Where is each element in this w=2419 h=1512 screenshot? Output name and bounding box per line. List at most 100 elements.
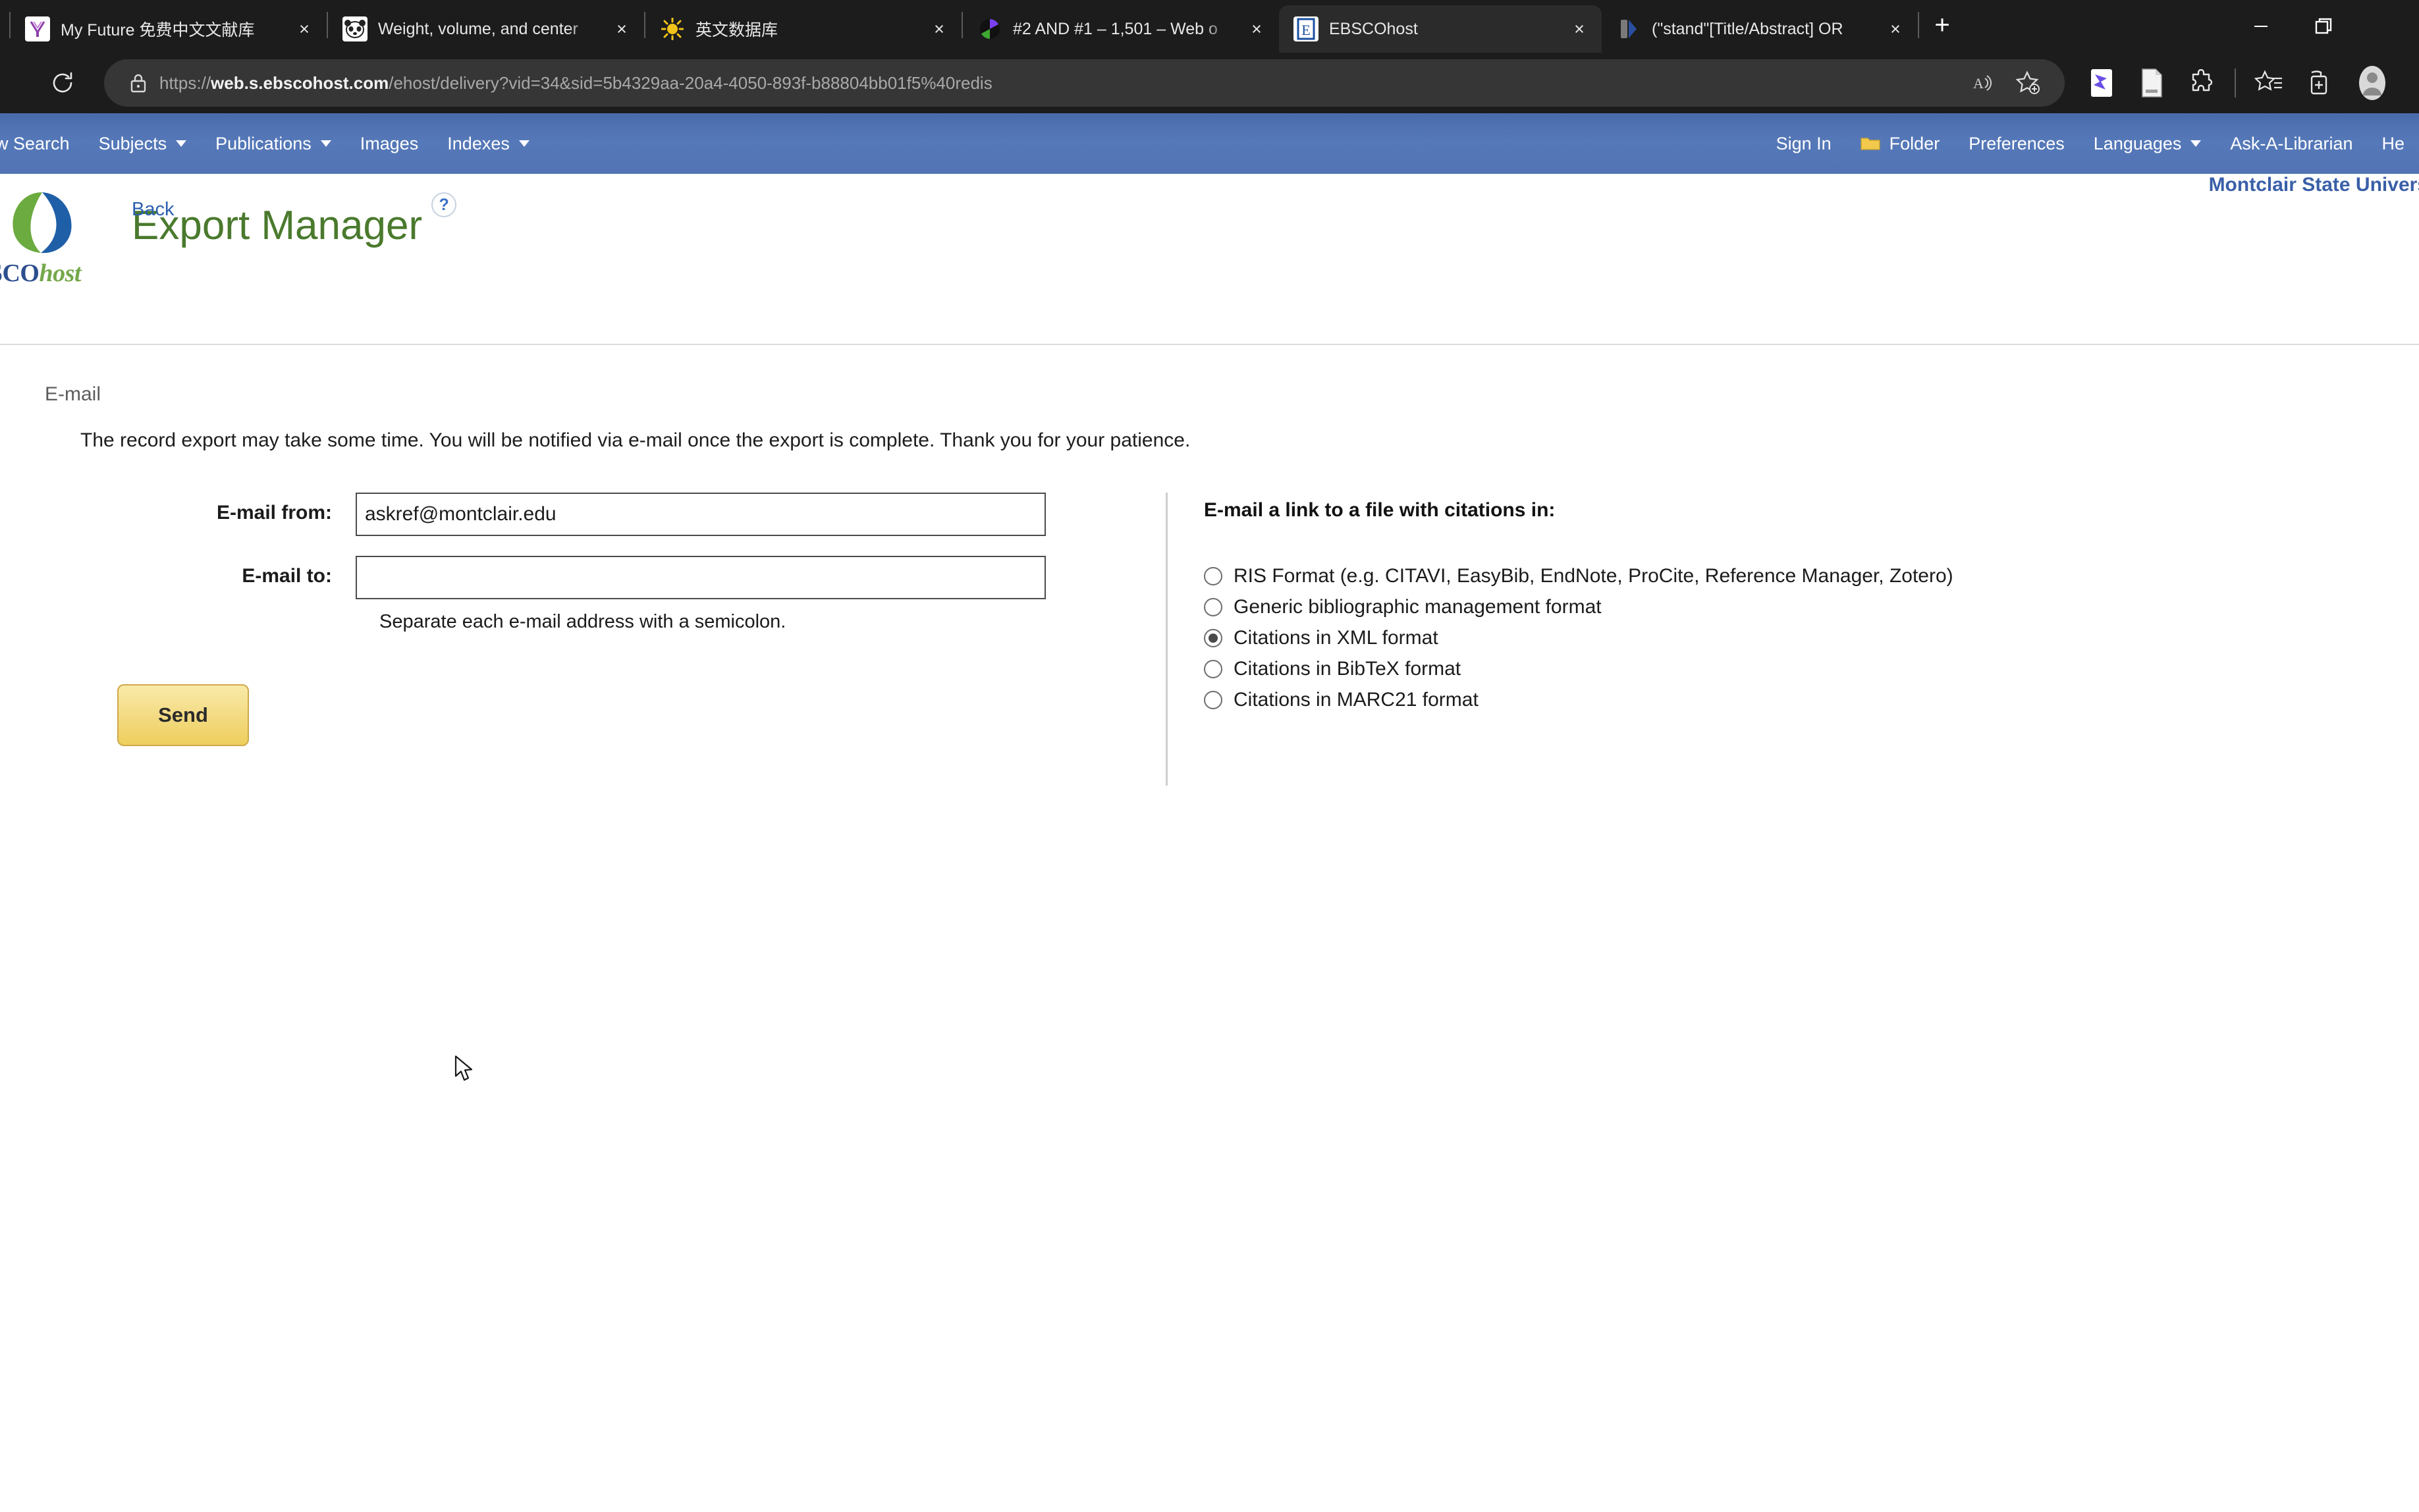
citation-format-panel: E-mail a link to a file with citations i… bbox=[1166, 493, 1953, 786]
ebsco-navigation-bar: ew Search Subjects Publications Images I… bbox=[0, 113, 2419, 174]
close-icon[interactable]: × bbox=[291, 19, 317, 40]
ebscohost-wordmark: BSCOhost bbox=[0, 259, 117, 288]
close-icon[interactable]: × bbox=[926, 19, 952, 40]
document-icon[interactable] bbox=[2127, 58, 2177, 108]
sun-icon bbox=[660, 16, 685, 41]
close-icon[interactable]: × bbox=[1566, 19, 1592, 40]
page-header: BSCOhost Export Manager ? Back Montclair… bbox=[0, 174, 2419, 345]
nav-label: Images bbox=[360, 133, 419, 153]
email-to-input[interactable] bbox=[356, 556, 1046, 599]
main-content: E-mail The record export may take some t… bbox=[0, 345, 2419, 1081]
radio-icon[interactable] bbox=[1204, 660, 1222, 678]
radio-option-ris[interactable]: RIS Format (e.g. CITAVI, EasyBib, EndNot… bbox=[1204, 565, 1953, 587]
radio-icon-selected[interactable] bbox=[1204, 629, 1222, 647]
close-icon[interactable]: × bbox=[1882, 19, 1909, 40]
nav-label: ew Search bbox=[0, 133, 70, 153]
nav-item-folder[interactable]: Folder bbox=[1846, 134, 1955, 154]
radio-icon[interactable] bbox=[1204, 598, 1222, 616]
radio-option-bibtex[interactable]: Citations in BibTeX format bbox=[1204, 658, 1953, 680]
profile-avatar-icon[interactable] bbox=[2344, 58, 2401, 108]
back-link[interactable]: Back bbox=[132, 199, 174, 221]
chevron-down-icon bbox=[320, 140, 331, 147]
page-title: Export Manager bbox=[132, 203, 423, 248]
nav-left-group: ew Search Subjects Publications Images I… bbox=[0, 134, 544, 154]
nav-right-group: Sign In Folder Preferences Languages Ask… bbox=[1762, 134, 2419, 154]
close-icon[interactable]: × bbox=[1243, 19, 1270, 40]
browser-toolbar bbox=[2077, 58, 2419, 108]
restore-icon[interactable] bbox=[2293, 0, 2356, 53]
svg-text:E: E bbox=[1301, 22, 1310, 38]
address-bar[interactable]: https://web.s.ebscohost.com/ehost/delive… bbox=[104, 59, 2065, 107]
tab-title: #2 AND #1 – 1,501 – Web o bbox=[1013, 19, 1218, 38]
radio-label: RIS Format (e.g. CITAVI, EasyBib, EndNot… bbox=[1234, 565, 1953, 587]
send-button-wrap: Send bbox=[0, 684, 1166, 746]
nav-item-publications[interactable]: Publications bbox=[201, 134, 346, 154]
nav-item-help[interactable]: He bbox=[2367, 134, 2419, 154]
add-favorite-icon[interactable] bbox=[2007, 61, 2050, 105]
browser-tab[interactable]: #2 AND #1 – 1,501 – Web o × bbox=[963, 5, 1279, 53]
nav-label: Subjects bbox=[98, 133, 167, 153]
browser-chrome: My Future 免费中文文献库 × Weight, volume, and … bbox=[0, 0, 2419, 113]
collections-icon[interactable] bbox=[2294, 58, 2344, 108]
lock-icon bbox=[124, 72, 153, 94]
export-form-area: E-mail from: E-mail to: Separate each e-… bbox=[0, 452, 2419, 786]
radio-icon[interactable] bbox=[1204, 691, 1222, 709]
favorites-icon[interactable] bbox=[2244, 58, 2294, 108]
close-window-icon[interactable] bbox=[2356, 0, 2419, 53]
email-from-input[interactable] bbox=[356, 493, 1046, 536]
nav-item-indexes[interactable]: Indexes bbox=[433, 134, 544, 154]
nav-label: Languages bbox=[2093, 133, 2182, 153]
new-tab-button[interactable]: + bbox=[1919, 12, 1965, 38]
radio-option-marc21[interactable]: Citations in MARC21 format bbox=[1204, 689, 1953, 711]
browser-tab[interactable]: My Future 免费中文文献库 × bbox=[11, 5, 327, 53]
email-from-row: E-mail from: bbox=[0, 493, 1166, 536]
tab-strip: My Future 免费中文文献库 × Weight, volume, and … bbox=[0, 0, 2419, 53]
nav-label: Folder bbox=[1889, 133, 1940, 153]
nav-item-languages[interactable]: Languages bbox=[2079, 134, 2216, 154]
url-text: https://web.s.ebscohost.com/ehost/delive… bbox=[159, 72, 992, 93]
nav-item-preferences[interactable]: Preferences bbox=[1954, 134, 2079, 154]
close-icon[interactable]: × bbox=[609, 19, 635, 40]
brand-host: host bbox=[39, 259, 81, 287]
email-to-row: E-mail to: bbox=[0, 556, 1166, 599]
nav-item-subjects[interactable]: Subjects bbox=[84, 134, 202, 154]
omnibox-actions: A bbox=[1959, 59, 2065, 107]
edge-app-icon[interactable] bbox=[2077, 58, 2127, 108]
toolbar-divider bbox=[2235, 68, 2236, 97]
brand-ebsco: BSCO bbox=[0, 259, 40, 287]
nav-item-new-search[interactable]: ew Search bbox=[0, 134, 84, 154]
address-bar-row: https://web.s.ebscohost.com/ehost/delive… bbox=[0, 53, 2419, 113]
radio-label: Citations in BibTeX format bbox=[1234, 658, 1461, 680]
radio-icon[interactable] bbox=[1204, 567, 1222, 585]
nav-label: Preferences bbox=[1969, 133, 2065, 153]
reload-icon[interactable] bbox=[40, 60, 86, 106]
browser-tab[interactable]: Weight, volume, and center × bbox=[328, 5, 644, 53]
extensions-puzzle-icon[interactable] bbox=[2177, 58, 2227, 108]
radio-label: Citations in MARC21 format bbox=[1234, 689, 1479, 711]
panel-divider bbox=[1166, 493, 1168, 786]
nav-label: Publications bbox=[215, 133, 312, 153]
radio-option-generic[interactable]: Generic bibliographic management format bbox=[1204, 596, 1953, 618]
radio-option-xml[interactable]: Citations in XML format bbox=[1204, 627, 1953, 649]
export-notice: The record export may take some time. Yo… bbox=[80, 429, 1191, 451]
ebsco-logo-mark bbox=[13, 192, 72, 254]
nav-item-images[interactable]: Images bbox=[346, 134, 433, 154]
send-button[interactable]: Send bbox=[117, 684, 249, 746]
tab-title: EBSCOhost bbox=[1329, 19, 1418, 38]
browser-tab[interactable]: ("stand"[Title/Abstract] OR × bbox=[1602, 5, 1918, 53]
nav-item-sign-in[interactable]: Sign In bbox=[1762, 134, 1846, 154]
browser-tab-active[interactable]: E EBSCOhost × bbox=[1279, 5, 1602, 53]
browser-tab[interactable]: 英文数据库 × bbox=[645, 5, 962, 53]
minimize-icon[interactable] bbox=[2229, 0, 2293, 53]
pubmed-icon bbox=[1616, 16, 1641, 41]
email-to-label: E-mail to: bbox=[242, 565, 332, 587]
tab-title: My Future 免费中文文献库 bbox=[61, 21, 255, 40]
panda-icon bbox=[342, 16, 367, 41]
help-icon[interactable]: ? bbox=[431, 192, 457, 217]
ebscohost-logo[interactable]: BSCOhost bbox=[0, 188, 117, 288]
citation-format-list: RIS Format (e.g. CITAVI, EasyBib, EndNot… bbox=[1204, 565, 1953, 711]
email-from-label: E-mail from: bbox=[216, 502, 332, 524]
read-aloud-icon[interactable]: A bbox=[1959, 61, 2003, 105]
nav-label: He bbox=[2381, 133, 2405, 153]
nav-item-ask-a-librarian[interactable]: Ask-A-Librarian bbox=[2215, 134, 2367, 154]
